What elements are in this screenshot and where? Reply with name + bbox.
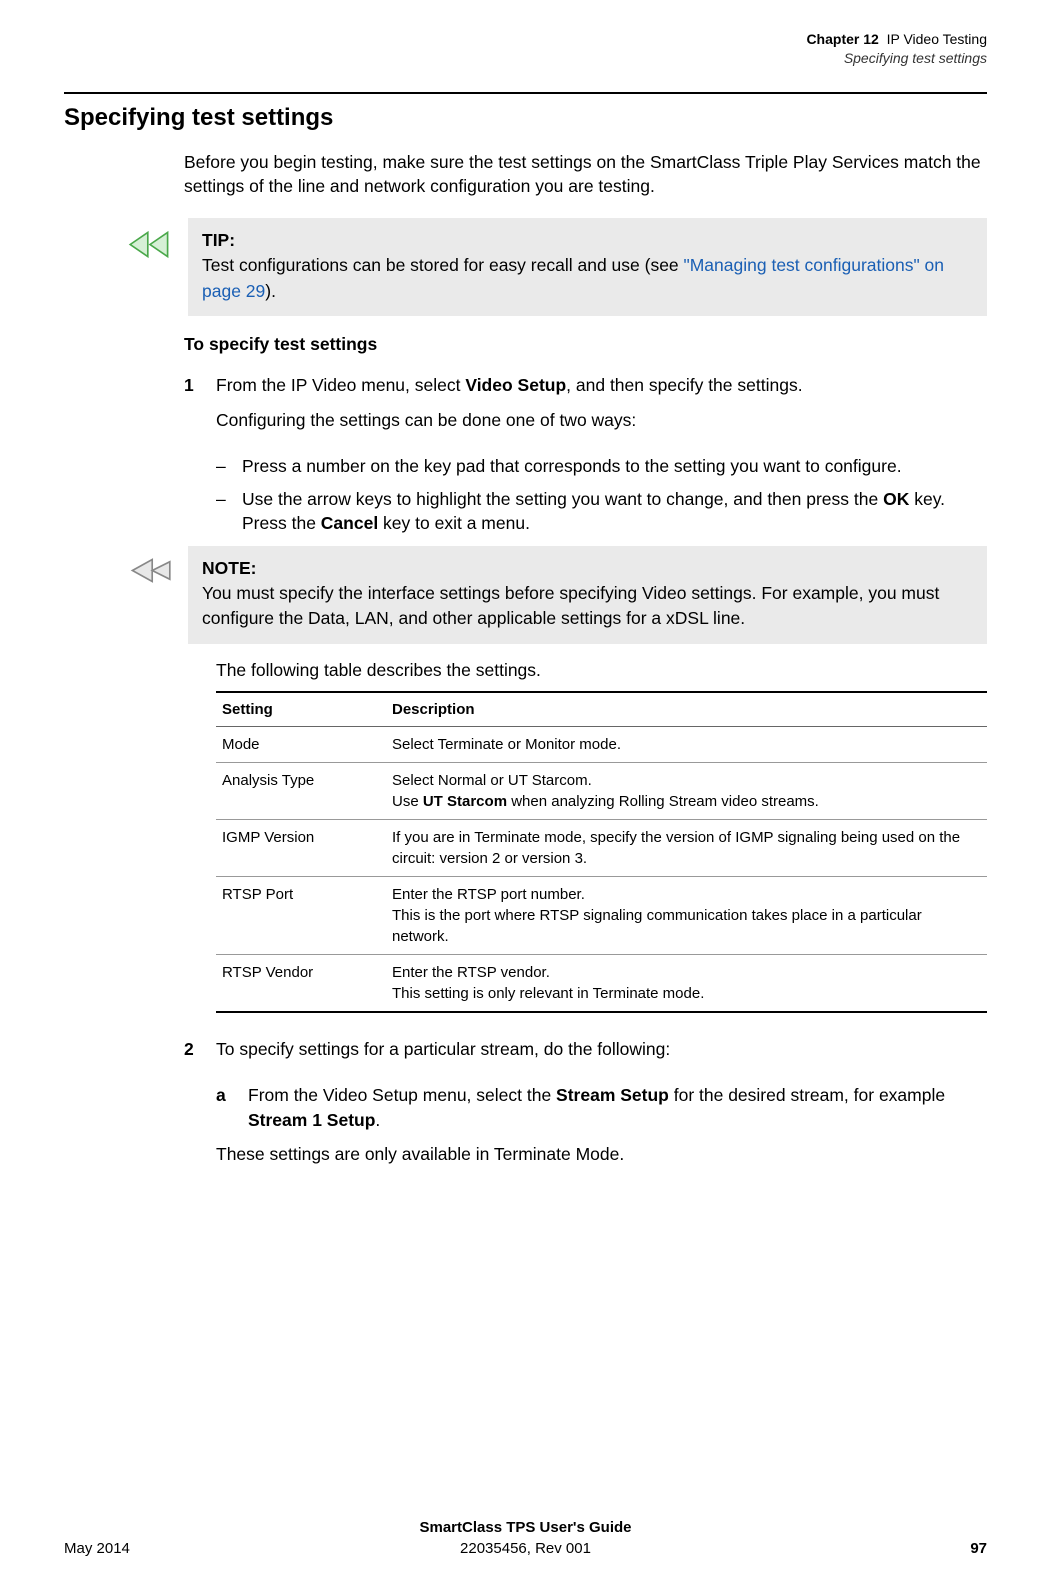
step-2: 2 To specify settings for a particular s… <box>184 1037 987 1072</box>
page-title: Specifying test settings <box>64 104 987 132</box>
step-1-sublist: – Press a number on the key pad that cor… <box>216 454 987 536</box>
tip-callout: TIP: Test configurations can be stored f… <box>128 218 987 316</box>
setting-name: RTSP Vendor <box>216 954 386 1012</box>
footer-docnum: 22035456, Rev 001 <box>64 1538 987 1560</box>
table-row: Analysis TypeSelect Normal or UT Starcom… <box>216 762 987 819</box>
step-number: 2 <box>184 1037 216 1072</box>
setting-description: Select Normal or UT Starcom.Use UT Starc… <box>386 762 987 819</box>
setting-name: Analysis Type <box>216 762 386 819</box>
chapter-title: IP Video Testing <box>887 31 987 47</box>
note-text: You must specify the interface settings … <box>202 581 973 632</box>
th-description: Description <box>386 692 987 727</box>
footer-title: SmartClass TPS User's Guide <box>64 1517 987 1539</box>
procedure-heading: To specify test settings <box>184 334 987 355</box>
setting-name: Mode <box>216 726 386 762</box>
page-footer: SmartClass TPS User's Guide 22035456, Re… <box>64 1517 987 1561</box>
table-row: IGMP VersionIf you are in Terminate mode… <box>216 819 987 876</box>
settings-table: Setting Description ModeSelect Terminate… <box>216 691 987 1013</box>
tip-text: Test configurations can be stored for ea… <box>202 253 973 304</box>
substep-letter: a <box>216 1083 248 1132</box>
footer-date: May 2014 <box>64 1538 130 1560</box>
th-setting: Setting <box>216 692 386 727</box>
substep-a: a From the Video Setup menu, select the … <box>216 1083 987 1132</box>
intro-paragraph: Before you begin testing, make sure the … <box>184 150 987 198</box>
setting-description: Enter the RTSP vendor.This setting is on… <box>386 954 987 1012</box>
note-box: NOTE: You must specify the interface set… <box>188 546 987 644</box>
note-callout: NOTE: You must specify the interface set… <box>128 546 987 644</box>
table-row: RTSP PortEnter the RTSP port number.This… <box>216 876 987 954</box>
section-subtitle: Specifying test settings <box>64 49 987 68</box>
step-number: 1 <box>184 373 216 442</box>
divider <box>64 92 987 94</box>
sublist-item: – Use the arrow keys to highlight the se… <box>216 487 987 536</box>
footer-page: 97 <box>970 1538 987 1560</box>
table-intro: The following table describes the settin… <box>216 660 987 681</box>
setting-description: If you are in Terminate mode, specify th… <box>386 819 987 876</box>
tip-icon <box>128 218 172 266</box>
table-row: ModeSelect Terminate or Monitor mode. <box>216 726 987 762</box>
setting-description: Select Terminate or Monitor mode. <box>386 726 987 762</box>
note-label: NOTE: <box>202 556 973 581</box>
page-header: Chapter 12 IP Video Testing Specifying t… <box>64 30 987 68</box>
table-row: RTSP VendorEnter the RTSP vendor.This se… <box>216 954 987 1012</box>
chapter-label: Chapter 12 <box>806 31 878 47</box>
setting-name: RTSP Port <box>216 876 386 954</box>
tip-label: TIP: <box>202 228 973 253</box>
setting-description: Enter the RTSP port number.This is the p… <box>386 876 987 954</box>
note-icon <box>128 546 172 590</box>
substep-note: These settings are only available in Ter… <box>216 1142 987 1167</box>
step-1: 1 From the IP Video menu, select Video S… <box>184 373 987 442</box>
step-2-line: To specify settings for a particular str… <box>216 1037 987 1062</box>
sublist-item: – Press a number on the key pad that cor… <box>216 454 987 479</box>
setting-name: IGMP Version <box>216 819 386 876</box>
step-1-line-1: From the IP Video menu, select Video Set… <box>216 373 987 398</box>
step-1-line-2: Configuring the settings can be done one… <box>216 408 987 433</box>
tip-box: TIP: Test configurations can be stored f… <box>188 218 987 316</box>
